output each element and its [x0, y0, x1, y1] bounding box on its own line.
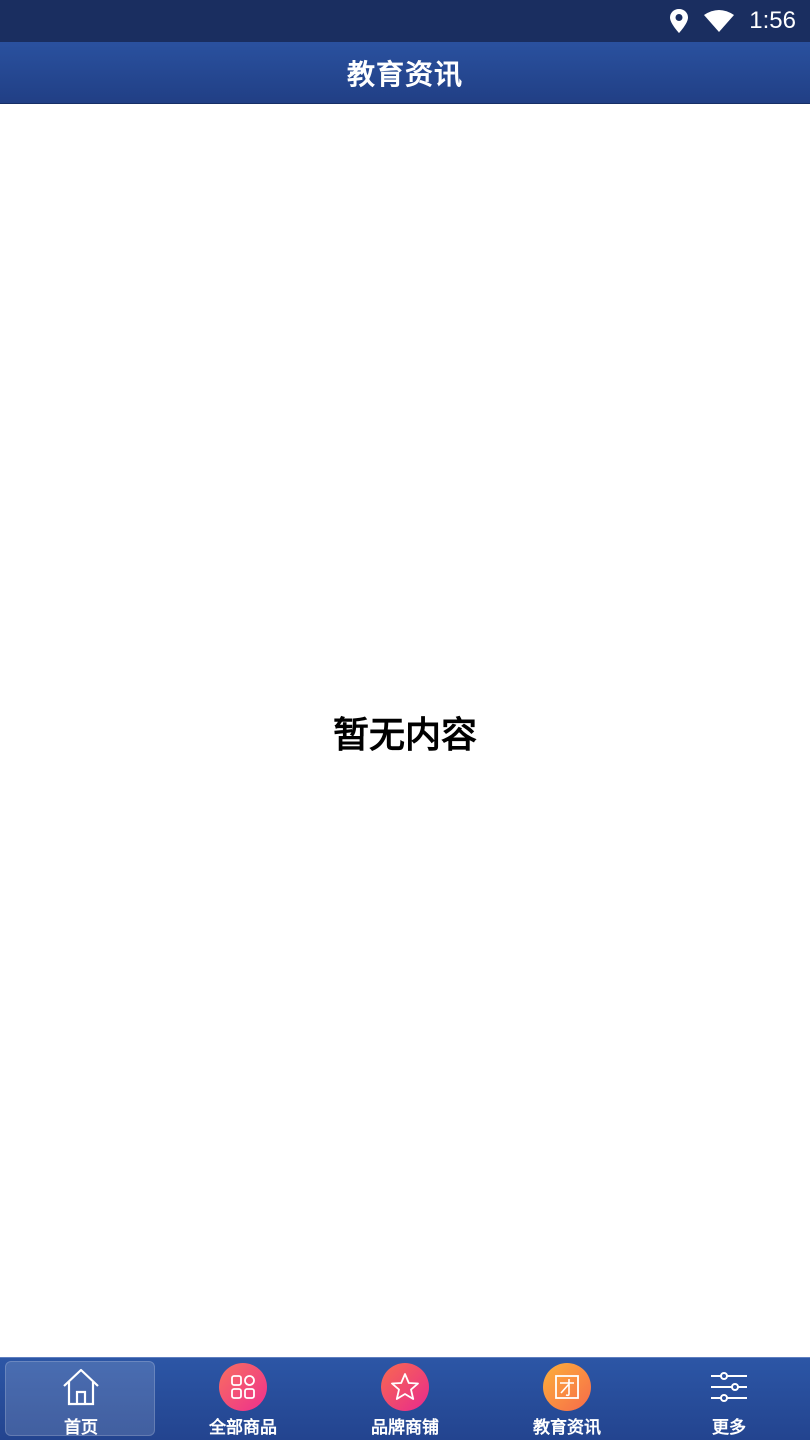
status-bar: 1:56	[0, 0, 810, 42]
tab-home[interactable]: 首页	[0, 1358, 162, 1440]
home-icon	[57, 1363, 105, 1411]
tab-all-products[interactable]: 全部商品	[162, 1358, 324, 1440]
star-icon	[381, 1363, 429, 1411]
tab-education-news[interactable]: 教育资讯	[486, 1358, 648, 1440]
tab-brand-shops-label: 品牌商铺	[371, 1418, 439, 1438]
empty-state-message: 暂无内容	[332, 715, 477, 756]
tab-more-label: 更多	[712, 1418, 746, 1438]
content-area: 暂无内容	[0, 104, 810, 1357]
tab-more[interactable]: 更多	[648, 1358, 810, 1440]
tab-education-news-label: 教育资讯	[533, 1418, 601, 1438]
wifi-icon	[703, 9, 735, 33]
tab-brand-shops[interactable]: 品牌商铺	[324, 1358, 486, 1440]
grid-icon	[219, 1363, 267, 1411]
tab-home-label: 首页	[64, 1418, 98, 1438]
tab-all-products-label: 全部商品	[209, 1418, 277, 1438]
tuan-icon	[543, 1363, 591, 1411]
app-header: 教育资讯	[0, 42, 810, 104]
location-icon	[669, 8, 689, 34]
status-time: 1:56	[749, 7, 796, 34]
sliders-icon	[705, 1363, 753, 1411]
bottom-tab-bar: 首页 全部商品 品牌商铺 教育资讯 更多	[0, 1357, 810, 1440]
page-title: 教育资讯	[346, 57, 463, 91]
